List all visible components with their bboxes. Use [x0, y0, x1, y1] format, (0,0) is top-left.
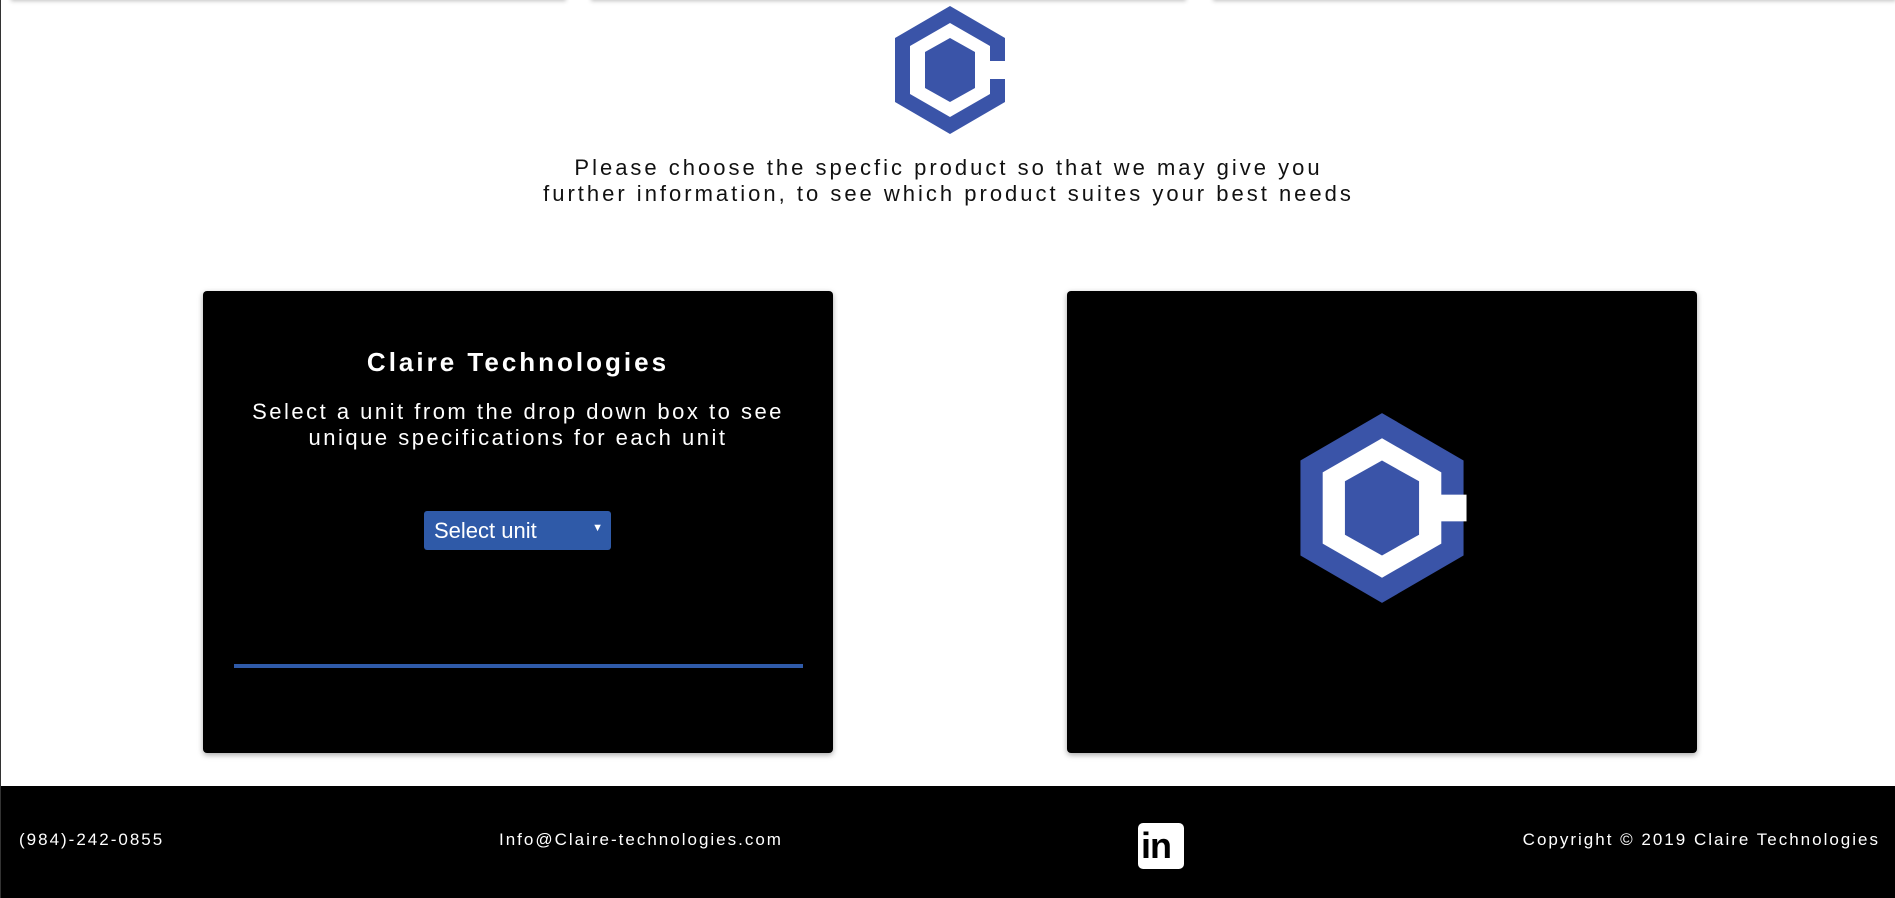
product-selector-panel: Claire Technologies Select a unit from t…: [203, 291, 833, 753]
product-image-panel: [1067, 291, 1697, 753]
page: Please choose the specfic product so tha…: [0, 0, 1895, 898]
intro-text: Please choose the specfic product so tha…: [543, 155, 1354, 206]
unit-select-dropdown[interactable]: Select unit ▼: [424, 511, 611, 550]
panel-description: Select a unit from the drop down box to …: [252, 399, 784, 450]
chevron-down-icon: ▼: [592, 522, 603, 534]
panel-title: Claire Technologies: [366, 347, 670, 377]
hexagon-c-logo-icon: [895, 6, 1007, 134]
panel-divider: [234, 664, 803, 668]
footer: (984)-242-0855 Info@Claire-technologies.…: [1, 786, 1895, 898]
unit-select-value: Select unit: [434, 518, 537, 543]
linkedin-icon[interactable]: in: [1138, 823, 1184, 869]
footer-copyright: Copyright © 2019 Claire Technologies: [1522, 830, 1880, 849]
linkedin-icon-label: in: [1141, 825, 1172, 866]
footer-email-link[interactable]: Info@Claire-technologies.com: [499, 830, 783, 850]
footer-phone[interactable]: (984)-242-0855: [19, 830, 164, 850]
hexagon-c-logo-icon: [1300, 413, 1467, 603]
